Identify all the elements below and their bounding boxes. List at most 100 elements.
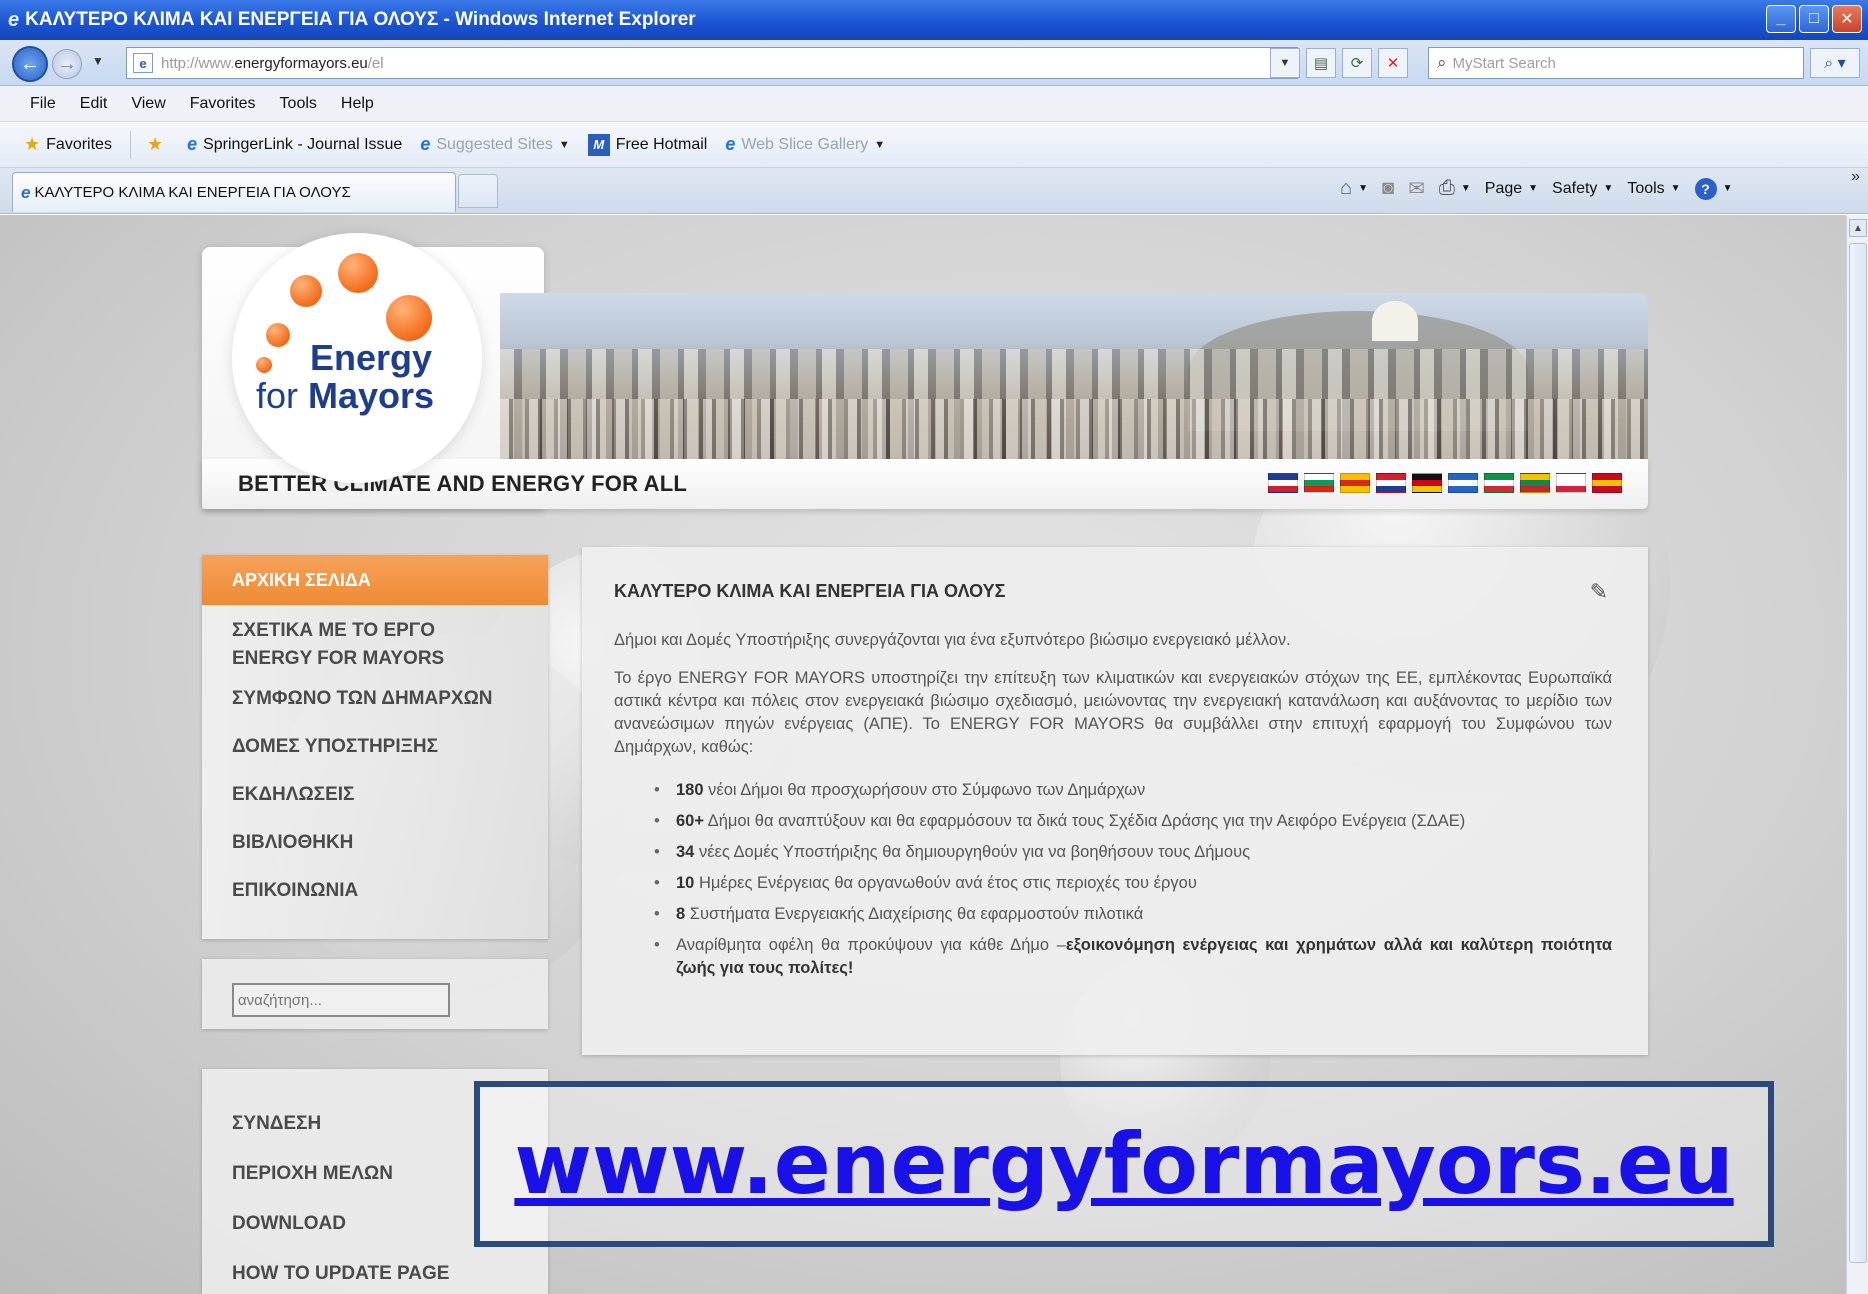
logo-line-1: Energy bbox=[310, 337, 433, 378]
list-item: 60+ Δήμοι θα αναπτύξουν και θα εφαρμόσου… bbox=[654, 810, 1612, 833]
menu-help[interactable]: Help bbox=[341, 95, 374, 113]
flag-bg-icon[interactable] bbox=[1304, 473, 1334, 493]
goal-number: 8 bbox=[676, 905, 686, 923]
favorites-button[interactable]: ★ Favorites bbox=[24, 134, 112, 155]
feeds-button[interactable]: ◙ bbox=[1382, 177, 1394, 200]
search-go-button[interactable]: ⌕ ▾ bbox=[1810, 48, 1860, 78]
flag-ca-icon[interactable] bbox=[1340, 473, 1370, 493]
new-tab-button[interactable] bbox=[458, 174, 498, 208]
nav-item-events[interactable]: ΕΚΔΗΛΩΣΕΙΣ bbox=[202, 781, 548, 809]
help-icon: ? bbox=[1694, 177, 1717, 200]
logo-text: Energy for Mayors bbox=[256, 339, 434, 415]
flag-lt-icon[interactable] bbox=[1520, 473, 1550, 493]
flag-pl-icon[interactable] bbox=[1556, 473, 1586, 493]
login-link[interactable]: ΣΥΝΔΕΣΗ bbox=[232, 1113, 321, 1135]
menu-file[interactable]: File bbox=[30, 95, 56, 113]
url-suffix: /el bbox=[367, 54, 384, 72]
url-prefix: http://www. bbox=[161, 54, 235, 72]
print-button[interactable]: ⎙ ▼ bbox=[1439, 177, 1471, 200]
logo-dot bbox=[290, 275, 322, 307]
flag-hr-icon[interactable] bbox=[1376, 473, 1406, 493]
scroll-thumb[interactable] bbox=[1849, 243, 1867, 1263]
stop-icon[interactable]: ✕ bbox=[1378, 48, 1408, 78]
favorites-bar: ★ Favorites ★ e SpringerLink - Journal I… bbox=[0, 122, 1868, 168]
url-domain: energyformayors.eu bbox=[234, 54, 368, 72]
address-input[interactable]: e http://www. energyformayors.eu/el bbox=[126, 47, 1298, 79]
address-dropdown-button[interactable]: ▼ bbox=[1270, 48, 1300, 78]
more-tools-chevron-icon[interactable]: » bbox=[1851, 168, 1860, 186]
minimize-button[interactable]: _ bbox=[1766, 5, 1796, 33]
recent-pages-dropdown[interactable]: ▼ bbox=[92, 54, 104, 68]
page-menu[interactable]: Page ▼ bbox=[1485, 180, 1538, 198]
website-url-link[interactable]: www.energyformayors.eu bbox=[514, 1115, 1733, 1213]
nav-item-library[interactable]: ΒΙΒΛΙΟΘΗΚΗ bbox=[202, 829, 548, 857]
tools-menu-label: Tools bbox=[1627, 179, 1665, 197]
flag-de-icon[interactable] bbox=[1412, 473, 1442, 493]
menu-bar: File Edit View Favorites Tools Help bbox=[0, 86, 1868, 122]
home-button[interactable]: ⌂ ▼ bbox=[1340, 177, 1368, 200]
close-button[interactable]: ✕ bbox=[1832, 5, 1862, 33]
nav-item-home[interactable]: ΑΡΧΙΚΗ ΣΕΛΙΔΑ bbox=[202, 555, 548, 605]
tab-row: e ΚΑΛΥΤΕΡΟ ΚΛΙΜΑ ΚΑΙ ΕΝΕΡΓΕΙΑ ΓΙΑ ΟΛΟΥΣ … bbox=[0, 168, 1868, 214]
page-menu-label: Page bbox=[1484, 179, 1523, 197]
compatibility-view-icon[interactable]: ▤ bbox=[1306, 48, 1336, 78]
help-menu[interactable]: ? ▼ bbox=[1694, 177, 1732, 200]
fav-springerlink[interactable]: e SpringerLink - Journal Issue bbox=[187, 134, 402, 155]
back-arrow-icon: ← bbox=[20, 52, 40, 75]
menu-edit[interactable]: Edit bbox=[80, 95, 108, 113]
flag-en-icon[interactable] bbox=[1268, 473, 1298, 493]
menu-view[interactable]: View bbox=[131, 95, 165, 113]
nav-item-about-project[interactable]: ΣΧΕΤΙΚΑ ΜΕ ΤΟ ΕΡΓΟ ENERGY FOR MAYORS bbox=[202, 617, 548, 673]
add-to-favorites-bar-button[interactable]: ★ bbox=[147, 134, 169, 155]
flag-el-icon[interactable] bbox=[1448, 473, 1478, 493]
vertical-scrollbar[interactable]: ▲ bbox=[1846, 215, 1868, 1294]
flag-it-icon[interactable] bbox=[1484, 473, 1514, 493]
toolbar-divider bbox=[129, 130, 131, 159]
goal-text: νέες Δομές Υποστήριξης θα δημιουργηθούν … bbox=[694, 843, 1251, 861]
tab-active[interactable]: e ΚΑΛΥΤΕΡΟ ΚΛΙΜΑ ΚΑΙ ΕΝΕΡΓΕΙΑ ΓΙΑ ΟΛΟΥΣ bbox=[12, 172, 456, 212]
members-area-link[interactable]: ΠΕΡΙΟΧΗ ΜΕΛΩΝ bbox=[232, 1163, 393, 1185]
refresh-icon[interactable]: ⟳ bbox=[1342, 48, 1372, 78]
logo-line-2-prefix: for bbox=[256, 375, 309, 416]
back-button[interactable]: ← bbox=[12, 46, 48, 82]
forward-button[interactable]: → bbox=[52, 49, 82, 79]
chevron-down-icon: ▼ bbox=[1670, 183, 1681, 194]
chevron-down-icon: ▼ bbox=[1460, 183, 1471, 194]
magnifier-icon: ⌕ ▾ bbox=[1824, 55, 1846, 72]
window-controls: _ □ ✕ bbox=[1766, 5, 1862, 33]
webpage-icon: e bbox=[187, 134, 198, 154]
list-item: 180 νέοι Δήμοι θα προσχωρήσουν στο Σύμφω… bbox=[654, 779, 1612, 802]
scroll-up-button[interactable]: ▲ bbox=[1849, 219, 1867, 237]
safety-menu[interactable]: Safety ▼ bbox=[1552, 180, 1613, 198]
read-mail-button[interactable]: ✉ bbox=[1408, 176, 1425, 201]
nav-item-contact[interactable]: ΕΠΙΚΟΙΝΩΝΙΑ bbox=[202, 877, 548, 905]
rss-feed-icon: ◙ bbox=[1382, 177, 1395, 199]
fav-suggested-sites[interactable]: e Suggested Sites ▼ bbox=[420, 134, 569, 155]
menu-favorites[interactable]: Favorites bbox=[190, 95, 256, 113]
fav-suggested-sites-label: Suggested Sites bbox=[436, 135, 553, 153]
maximize-button[interactable]: □ bbox=[1799, 5, 1829, 33]
flag-es-icon[interactable] bbox=[1592, 473, 1622, 493]
sidebar-nav: ΑΡΧΙΚΗ ΣΕΛΙΔΑ ΣΧΕΤΙΚΑ ΜΕ ΤΟ ΕΡΓΟ ENERGY … bbox=[202, 555, 548, 939]
address-row: ← → ▼ e http://www. energyformayors.eu/el… bbox=[0, 40, 1868, 86]
fav-free-hotmail[interactable]: M Free Hotmail bbox=[587, 133, 707, 156]
content-intro: Δήμοι και Δομές Υποστήριξης συνεργάζοντα… bbox=[614, 631, 1291, 649]
goal-text: Συστήματα Ενεργειακής Διαχείρισης θα εφα… bbox=[685, 905, 1144, 923]
site-search-input[interactable] bbox=[232, 983, 450, 1017]
how-to-update-page-link[interactable]: HOW TO UPDATE PAGE bbox=[232, 1263, 449, 1285]
search-icon: ⌕ bbox=[1437, 53, 1447, 72]
nav-item-covenant-of-mayors[interactable]: ΣΥΜΦΩΝΟ ΤΩΝ ΔΗΜΑΡΧΩΝ bbox=[202, 685, 548, 713]
chevron-down-icon: ▼ bbox=[558, 138, 570, 151]
tools-menu[interactable]: Tools ▼ bbox=[1627, 180, 1680, 198]
download-link[interactable]: DOWNLOAD bbox=[232, 1213, 346, 1235]
edit-pencil-icon[interactable]: ✎ bbox=[1590, 579, 1608, 605]
fav-springerlink-label: SpringerLink - Journal Issue bbox=[203, 135, 403, 153]
search-input[interactable]: ⌕ MyStart Search bbox=[1428, 47, 1804, 79]
nav-item-support-structures[interactable]: ΔΟΜΕΣ ΥΠΟΣΤΗΡΙΞΗΣ bbox=[202, 733, 548, 761]
language-flags bbox=[1268, 473, 1622, 493]
goal-number: 180 bbox=[676, 781, 704, 799]
goal-number: 34 bbox=[676, 843, 695, 861]
fav-web-slice-gallery[interactable]: e Web Slice Gallery ▼ bbox=[725, 134, 885, 155]
ie-icon: e bbox=[725, 134, 736, 154]
menu-tools[interactable]: Tools bbox=[280, 95, 317, 113]
